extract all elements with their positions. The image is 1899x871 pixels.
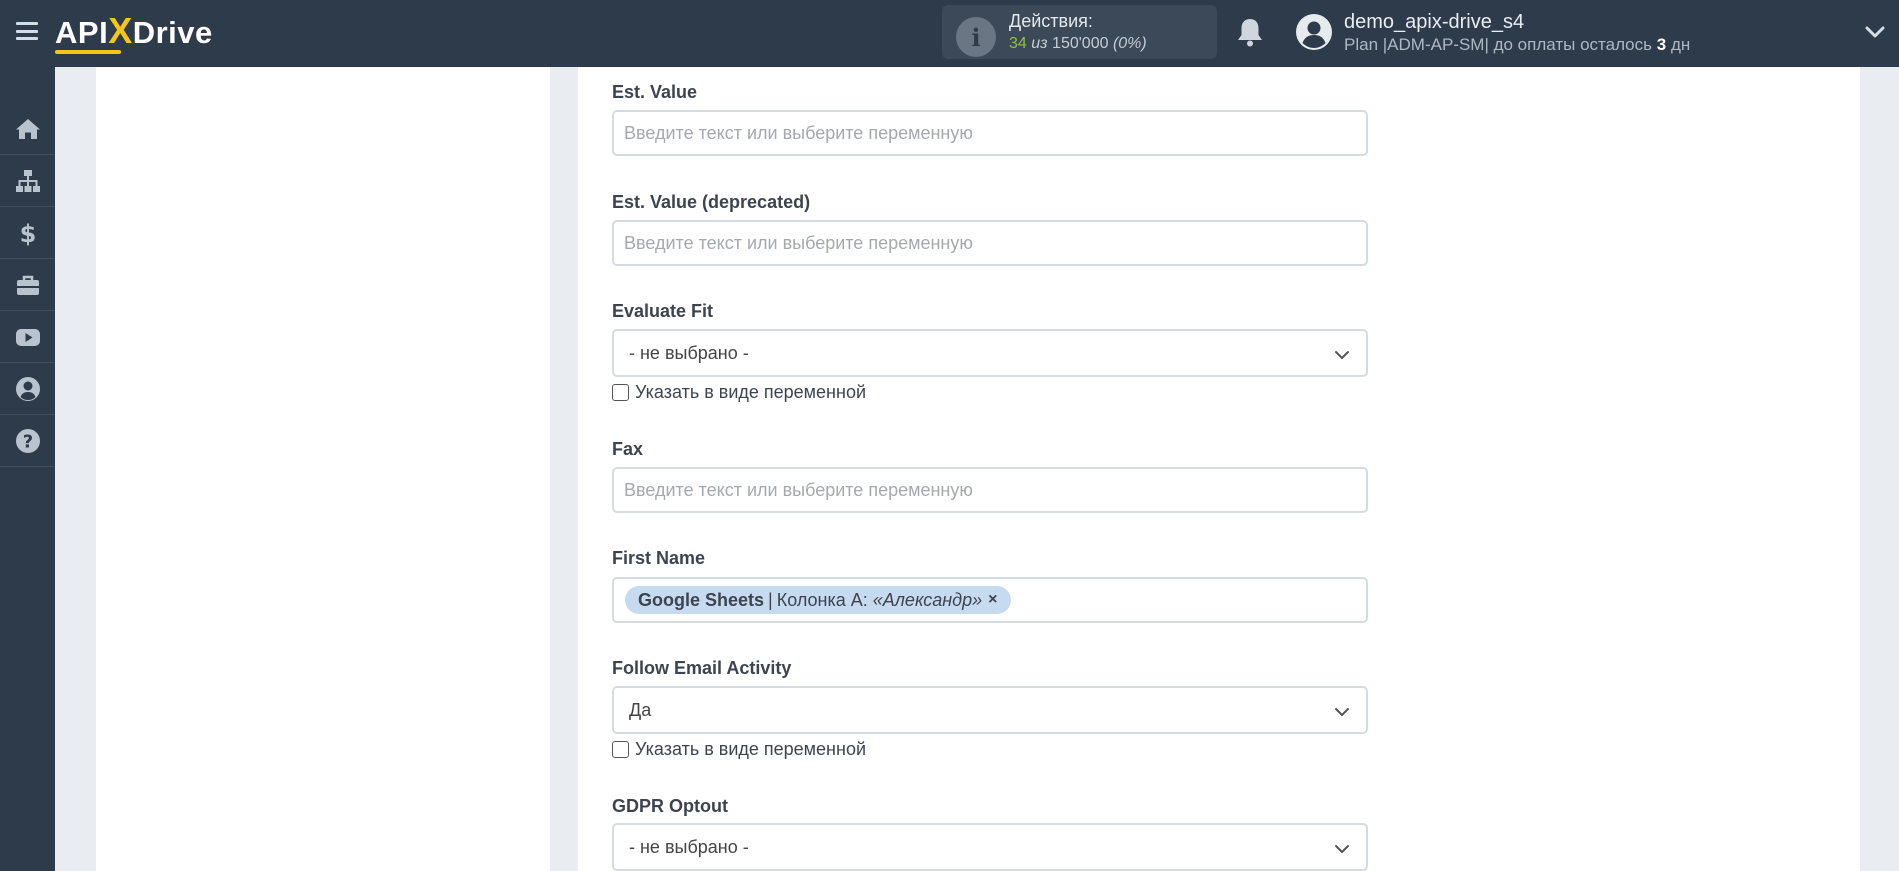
field-label-gdpr-optout: GDPR Optout <box>612 796 728 816</box>
bell-icon[interactable] <box>1235 16 1265 48</box>
evaluate-fit-variable-checkbox[interactable]: Указать в виде переменной <box>612 382 866 403</box>
checkbox-label: Указать в виде переменной <box>635 382 867 402</box>
est-value-deprecated-input[interactable] <box>612 220 1368 266</box>
first-name-input[interactable]: Google Sheets | Колонка A: «Александр» × <box>612 577 1368 623</box>
est-value-input[interactable] <box>612 110 1368 156</box>
follow-email-activity-variable-checkbox[interactable]: Указать в виде переменной <box>612 739 866 760</box>
sidebar-item-billing[interactable]: $ <box>0 207 55 259</box>
remove-tag-icon[interactable]: × <box>988 591 997 609</box>
gdpr-optout-select[interactable]: - не выбрано - <box>612 823 1368 871</box>
field-label-fax: Fax <box>612 439 644 459</box>
chevron-down-icon <box>1335 708 1349 716</box>
field-label-first-name: First Name <box>612 548 706 568</box>
sidebar-item-home[interactable] <box>0 103 55 155</box>
chevron-down-icon <box>1335 845 1349 853</box>
evaluate-fit-value: - не выбрано - <box>629 343 749 363</box>
sidebar-item-services[interactable] <box>0 259 55 311</box>
actions-title: Действия: <box>1009 11 1093 31</box>
sidebar-item-video[interactable] <box>0 311 55 363</box>
checkbox[interactable] <box>612 741 629 758</box>
fax-input[interactable] <box>612 467 1368 513</box>
checkbox-label: Указать в виде переменной <box>635 739 867 759</box>
briefcase-icon <box>16 275 39 295</box>
sidebar-item-connections[interactable] <box>0 155 55 207</box>
chevron-down-icon <box>1335 351 1349 359</box>
sitemap-icon <box>15 169 40 192</box>
user-name[interactable]: demo_apix-drive_s4 <box>1344 11 1524 34</box>
top-bar: APIXDrive Действия: 34 из 150'000 (0%) d… <box>0 0 1899 67</box>
actions-counter: Действия: 34 из 150'000 (0%) <box>942 5 1217 59</box>
svg-text:?: ? <box>22 431 32 452</box>
field-label-est-value: Est. Value <box>612 82 698 102</box>
gdpr-optout-value: - не выбрано - <box>629 837 749 857</box>
svg-text:$: $ <box>19 220 36 247</box>
field-label-follow-email-activity: Follow Email Activity <box>612 658 792 678</box>
avatar[interactable] <box>1296 14 1332 50</box>
variable-tag[interactable]: Google Sheets | Колонка A: «Александр» × <box>625 586 1012 614</box>
user-circle-icon <box>15 376 40 401</box>
left-panel <box>96 67 550 871</box>
sidebar: $ ? <box>0 67 55 871</box>
home-icon <box>15 118 40 139</box>
help-icon: ? <box>15 428 40 453</box>
checkbox[interactable] <box>612 384 629 401</box>
youtube-icon <box>15 328 40 346</box>
field-label-est-value-deprecated: Est. Value (deprecated) <box>612 192 811 212</box>
sidebar-item-help[interactable]: ? <box>0 415 55 467</box>
field-label-evaluate-fit: Evaluate Fit <box>612 301 714 321</box>
info-icon <box>956 17 996 57</box>
follow-email-activity-value: Да <box>629 700 652 720</box>
actions-usage: 34 из 150'000 (0%) <box>1009 35 1147 52</box>
evaluate-fit-select[interactable]: - не выбрано - <box>612 329 1368 377</box>
chevron-down-icon[interactable] <box>1864 22 1886 42</box>
follow-email-activity-select[interactable]: Да <box>612 686 1368 734</box>
hamburger-menu-icon[interactable] <box>16 22 38 40</box>
logo[interactable]: APIXDrive <box>55 10 213 54</box>
sidebar-item-profile[interactable] <box>0 363 55 415</box>
dollar-icon: $ <box>19 220 36 247</box>
user-plan: Plan |ADM-AP-SM| до оплаты осталось 3 дн <box>1344 35 1691 54</box>
